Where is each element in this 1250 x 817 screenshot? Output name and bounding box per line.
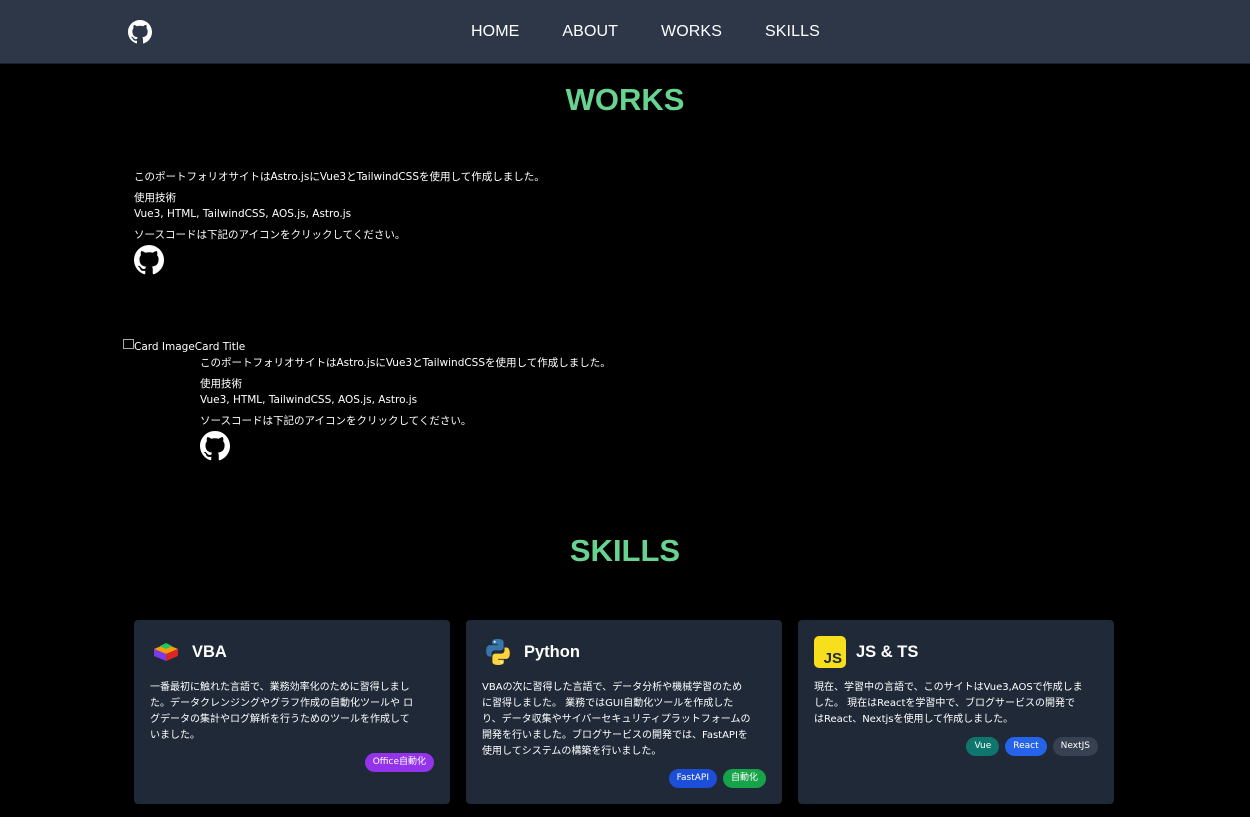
desc-line: り、データ収集やサイバーセキュリティプラットフォームの: [482, 714, 751, 725]
work-description: このポートフォリオサイトはAstro.jsにVue3とTailwindCSSを使…: [134, 171, 545, 183]
svg-text:JS: JS: [824, 650, 842, 667]
desc-line: した。 現在はReactを学習中で、ブログサービスの開発で: [814, 698, 1075, 709]
desc-line: いました。: [150, 730, 200, 741]
desc-line: グデータの集計やログ解析を行うためのツールを作成して: [150, 714, 410, 725]
skill-card-js-ts: JS JS & TS 現在、学習中の言語で、このサイトはVue3,AOSで作成し…: [798, 620, 1114, 804]
desc-line: 開発を行いました。ブログサービスの開発では、FastAPIを: [482, 730, 748, 741]
desc-line: 使用してシステムの構築を行いました。: [482, 746, 662, 757]
nav-link-about[interactable]: ABOUT: [562, 23, 618, 41]
card-image-alt: Card Image: [134, 341, 195, 353]
javascript-icon: JS: [814, 636, 846, 668]
skill-card-python: Python VBAの次に習得した言語で、データ分析や機械学習のため に習得しま…: [466, 620, 782, 804]
card-image-placeholder: [123, 339, 134, 349]
desc-line: 現在、学習中の言語で、このサイトはVue3,AOSで作成しま: [814, 682, 1083, 693]
skill-description-vba: 一番最初に触れた言語で、業務効率化のために習得しまし た。データクレンジングやグ…: [150, 680, 434, 744]
skills-title: SKILLS: [569, 533, 681, 568]
nav-menu: HOME ABOUT WORKS SKILLS: [450, 0, 863, 64]
vba-icon: [150, 636, 182, 668]
skill-description-python: VBAの次に習得した言語で、データ分析や機械学習のため に習得しました。 業務で…: [482, 680, 766, 760]
navbar: HOME ABOUT WORKS SKILLS: [0, 0, 1250, 64]
work-card-body: このポートフォリオサイトはAstro.jsにVue3とTailwindCSSを使…: [200, 355, 611, 466]
skill-name-vba: VBA: [192, 642, 227, 661]
badge-fastapi: FastAPI: [668, 769, 717, 788]
skills-grid: VBA 一番最初に触れた言語で、業務効率化のために習得しまし た。データクレンジ…: [134, 620, 1114, 804]
work-item: このポートフォリオサイトはAstro.jsにVue3とTailwindCSSを使…: [134, 169, 545, 280]
card-description: このポートフォリオサイトはAstro.jsにVue3とTailwindCSSを使…: [200, 357, 611, 369]
skill-badges-python: FastAPI 自動化: [482, 769, 766, 788]
work-tech-label: 使用技術: [134, 192, 176, 204]
card-source-note: ソースコードは下記のアイコンをクリックしてください。: [200, 415, 472, 427]
card-tech-label: 使用技術: [200, 378, 242, 390]
nav-link-skills[interactable]: SKILLS: [765, 23, 820, 41]
desc-line: 一番最初に触れた言語で、業務効率化のために習得しまし: [150, 682, 410, 693]
desc-line: VBAの次に習得した言語で、データ分析や機械学習のため: [482, 682, 743, 693]
badge-nextjs: NextJS: [1052, 737, 1098, 756]
work-source-note: ソースコードは下記のアイコンをクリックしてください。: [134, 229, 406, 241]
desc-line: に習得しました。 業務ではGUI自動化ツールを作成した: [482, 698, 734, 709]
desc-line: はReact、Nextjsを使用して作成しました。: [814, 714, 1014, 725]
skill-badges-vba: Office自動化: [150, 753, 434, 772]
badge-react: React: [1005, 737, 1047, 756]
skill-description-js-ts: 現在、学習中の言語で、このサイトはVue3,AOSで作成しま した。 現在はRe…: [814, 680, 1098, 728]
card-github-icon[interactable]: [200, 431, 230, 461]
badge-vue: Vue: [966, 737, 1000, 756]
skill-badges-js-ts: Vue React NextJS: [814, 737, 1098, 756]
skill-card-vba: VBA 一番最初に触れた言語で、業務効率化のために習得しまし た。データクレンジ…: [134, 620, 450, 804]
nav-link-works[interactable]: WORKS: [661, 23, 722, 41]
skill-name-js-ts: JS & TS: [856, 642, 919, 661]
card-title: Card Title: [194, 341, 246, 353]
card-tech-list: Vue3, HTML, TailwindCSS, AOS.js, Astro.j…: [200, 394, 418, 406]
python-icon: [482, 636, 514, 668]
card-header: Card ImageCard Title: [134, 340, 245, 354]
badge-automation: 自動化: [722, 769, 766, 788]
desc-line: た。データクレンジングやグラフ作成の自動化ツールや ロ: [150, 698, 414, 709]
badge-office-automation: Office自動化: [364, 753, 434, 772]
work-github-icon[interactable]: [134, 245, 164, 275]
nav-link-home[interactable]: HOME: [471, 23, 519, 41]
work-tech-list: Vue3, HTML, TailwindCSS, AOS.js, Astro.j…: [134, 208, 352, 220]
skill-name-python: Python: [524, 642, 580, 661]
github-icon[interactable]: [128, 20, 152, 44]
works-title: WORKS: [565, 82, 685, 117]
